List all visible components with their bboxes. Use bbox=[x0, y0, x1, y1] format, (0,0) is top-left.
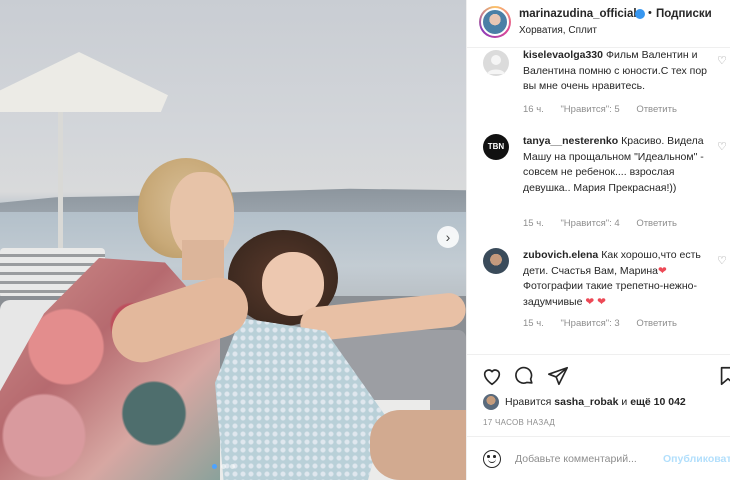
comment-time[interactable]: 16 ч. bbox=[523, 104, 544, 115]
post-photo[interactable]: › bbox=[0, 0, 466, 480]
comments-list[interactable]: kiselevaolga330 Фильм Валентин и Валентин… bbox=[467, 48, 730, 354]
publish-button[interactable]: Опубликовать bbox=[663, 453, 730, 465]
post-timestamp[interactable]: 17 ЧАСОВ НАЗАД bbox=[483, 418, 555, 427]
tbn-logo-avatar[interactable]: TBN bbox=[483, 134, 509, 160]
likes-prefix: Нравится bbox=[505, 396, 552, 408]
comment-likes[interactable]: "Нравится": 3 bbox=[560, 318, 619, 329]
comment-text: zubovich.elena Как хорошо,что есть дети. … bbox=[523, 248, 709, 310]
photo-avatar[interactable] bbox=[483, 248, 509, 274]
comment-icon[interactable] bbox=[513, 365, 535, 387]
carousel-dots bbox=[212, 464, 235, 469]
girl-leg bbox=[370, 410, 466, 480]
comment-like-icon[interactable]: ♡ bbox=[717, 140, 727, 153]
carousel-dot-active bbox=[212, 464, 217, 469]
comment-likes[interactable]: "Нравится": 4 bbox=[560, 218, 619, 229]
reply-button[interactable]: Ответить bbox=[636, 104, 677, 115]
likes-count[interactable]: ещё 10 042 bbox=[630, 396, 686, 408]
emoji-icon[interactable] bbox=[483, 450, 501, 468]
liker-avatar[interactable] bbox=[483, 394, 499, 410]
comment-username[interactable]: tanya__nesterenko bbox=[523, 135, 618, 147]
comment-text: tanya__nesterenko Красиво. Видела Машу на… bbox=[523, 134, 709, 196]
comment-like-icon[interactable]: ♡ bbox=[717, 254, 727, 267]
comment-meta: 15 ч. "Нравится": 4 Ответить bbox=[523, 218, 691, 229]
add-comment-bar: Опубликовать bbox=[467, 436, 730, 480]
likes-conjunction: и bbox=[621, 396, 628, 408]
post-location[interactable]: Хорватия, Сплит bbox=[519, 25, 597, 36]
red-heart-emoji: ❤ bbox=[585, 295, 595, 308]
red-heart-emoji: ❤ bbox=[657, 264, 667, 277]
header-separator: • bbox=[648, 7, 652, 19]
comment-meta: 16 ч. "Нравится": 5 Ответить bbox=[523, 104, 691, 115]
verified-badge-icon bbox=[635, 9, 645, 19]
reply-button[interactable]: Ответить bbox=[636, 218, 677, 229]
bookmark-icon[interactable] bbox=[717, 365, 730, 387]
post-actions-bar bbox=[467, 354, 730, 394]
reply-button[interactable]: Ответить bbox=[636, 318, 677, 329]
heart-icon[interactable] bbox=[481, 365, 503, 387]
woman-neck bbox=[182, 240, 224, 280]
default-avatar-icon[interactable] bbox=[483, 50, 509, 76]
comment-body-part: Фотографии такие трепетно-нежно-задумчив… bbox=[523, 280, 697, 308]
comment-time[interactable]: 15 ч. bbox=[523, 318, 544, 329]
comment-like-icon[interactable]: ♡ bbox=[717, 54, 727, 67]
likes-summary: Нравится sasha_robak и ещё 10 042 bbox=[467, 392, 730, 414]
liker-username[interactable]: sasha_robak bbox=[554, 396, 618, 408]
author-avatar[interactable] bbox=[479, 6, 511, 38]
beach-umbrella bbox=[0, 52, 168, 112]
comment-text: kiselevaolga330 Фильм Валентин и Валентин… bbox=[523, 48, 709, 95]
author-username[interactable]: marinazudina_official bbox=[519, 8, 637, 20]
red-heart-emoji: ❤ bbox=[597, 295, 606, 308]
following-button[interactable]: Подписки bbox=[656, 8, 712, 20]
post-header: marinazudina_official • Подписки Хорвати… bbox=[467, 0, 730, 48]
next-slide-button[interactable]: › bbox=[437, 226, 459, 248]
comment-username[interactable]: zubovich.elena bbox=[523, 249, 598, 261]
comment-meta: 15 ч. "Нравится": 3 Ответить bbox=[523, 318, 691, 329]
likes-text[interactable]: Нравится sasha_robak и ещё 10 042 bbox=[505, 396, 686, 408]
comment-username[interactable]: kiselevaolga330 bbox=[523, 49, 603, 61]
comment-likes[interactable]: "Нравится": 5 bbox=[560, 104, 619, 115]
comment-time[interactable]: 15 ч. bbox=[523, 218, 544, 229]
carousel-dot bbox=[230, 464, 235, 469]
comment-input[interactable] bbox=[515, 450, 661, 468]
post-side-panel: marinazudina_official • Подписки Хорвати… bbox=[466, 0, 730, 480]
share-icon[interactable] bbox=[547, 365, 569, 387]
carousel-dot bbox=[221, 464, 226, 469]
